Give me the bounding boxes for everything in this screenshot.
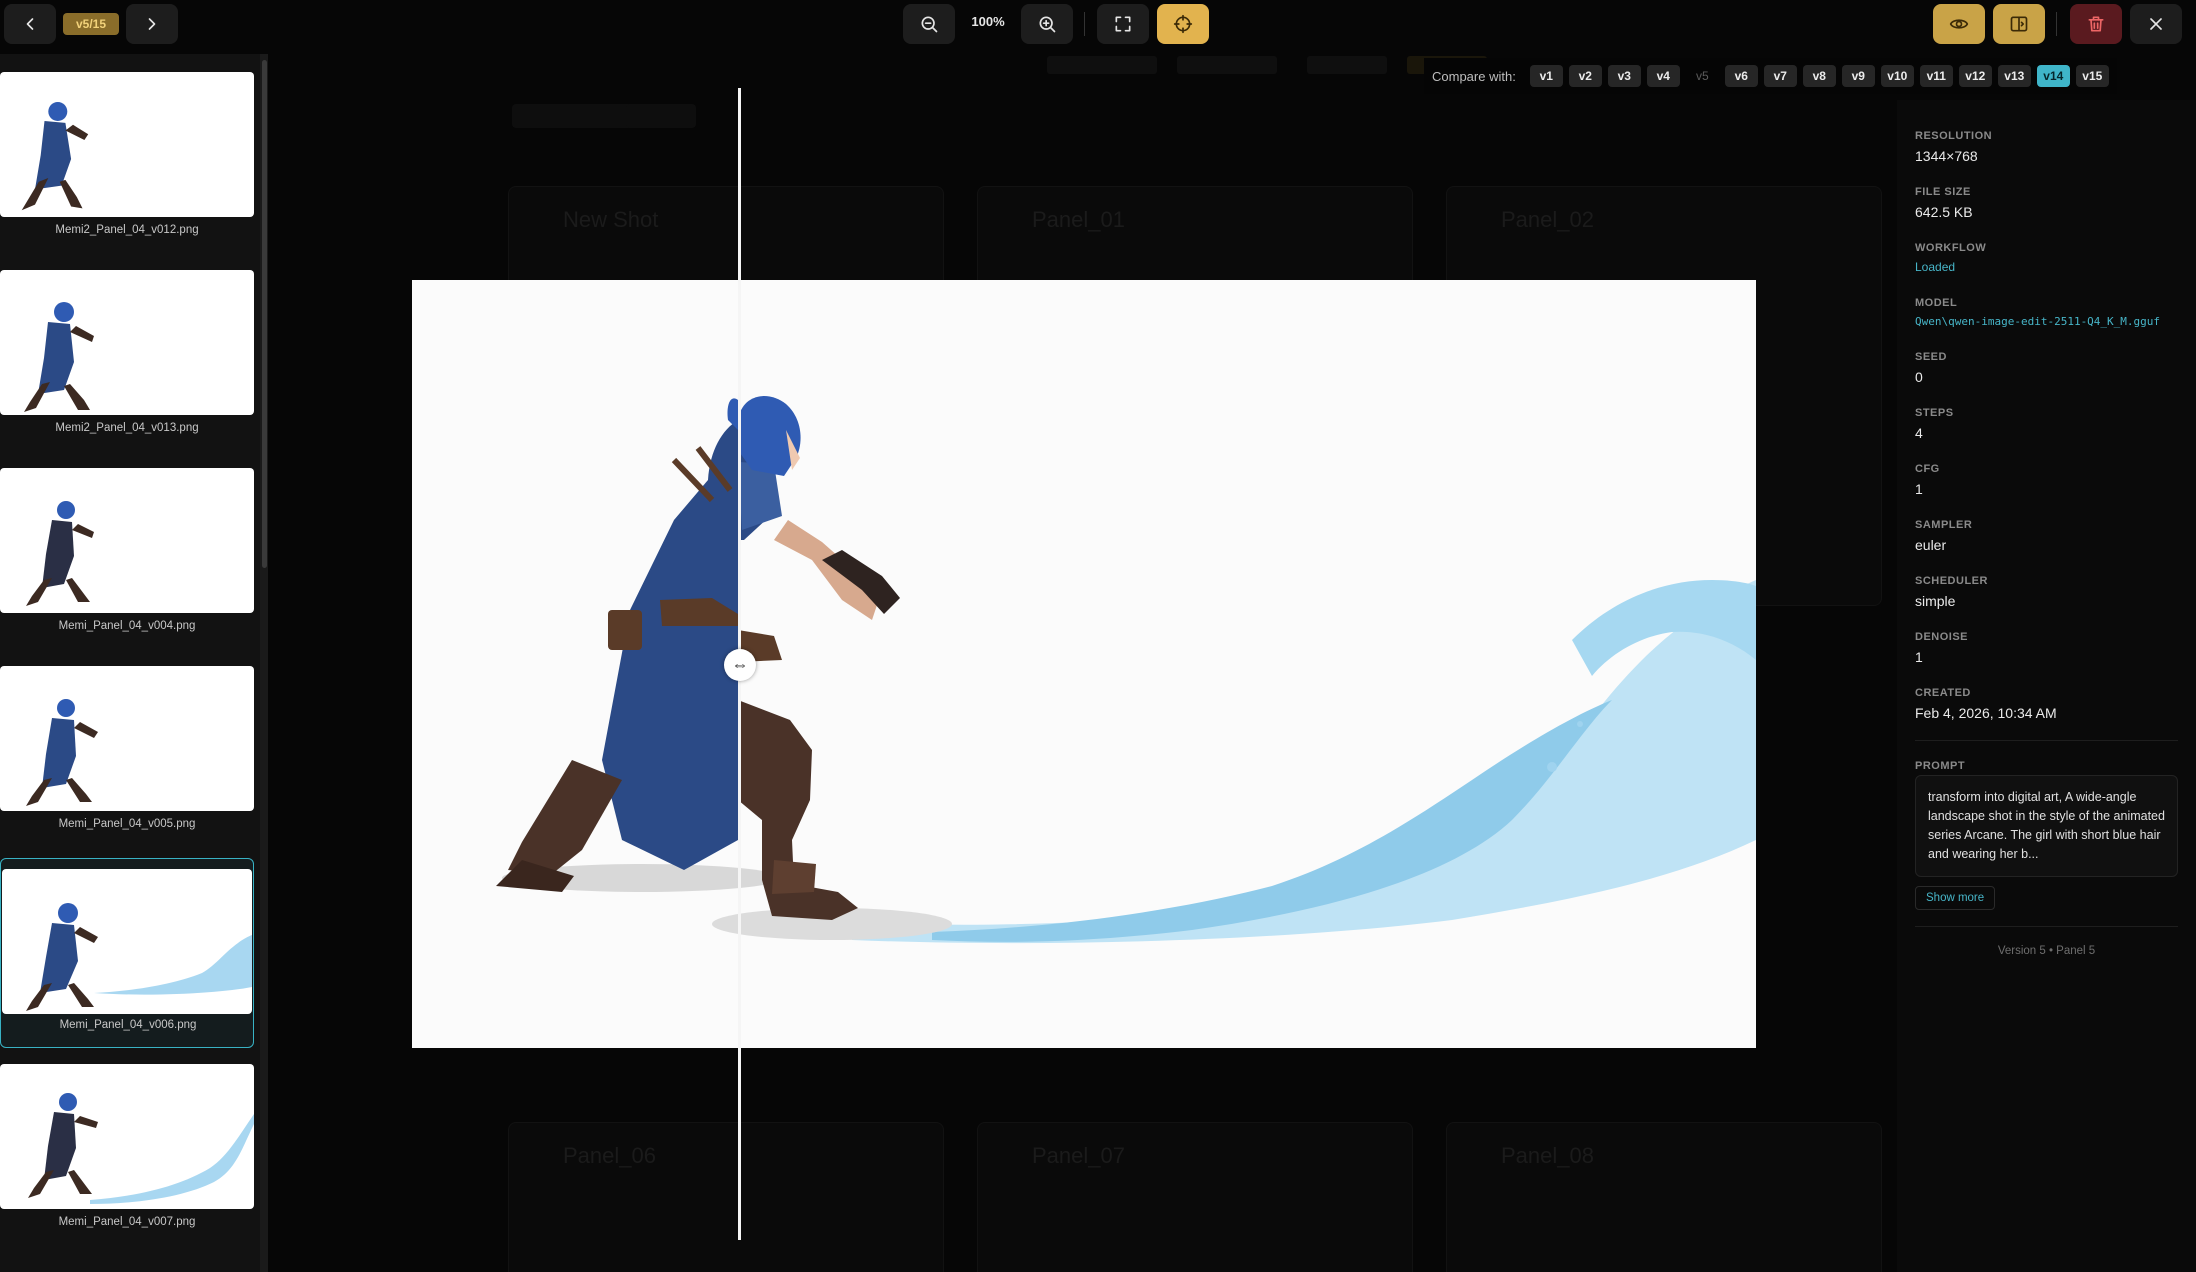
filmstrip-item-active[interactable]: Memi_Panel_04_v006.png <box>0 858 254 1048</box>
compare-version-chip[interactable]: v15 <box>2075 65 2109 87</box>
thumbnail <box>0 270 254 415</box>
trash-icon <box>2088 16 2104 32</box>
filmstrip-item[interactable]: Memi2_Panel_04_v013.png <box>0 260 254 450</box>
compare-version-chip[interactable]: v2 <box>1568 65 1602 87</box>
meta-file-size: FILE SIZE 642.5 KB <box>1915 186 1973 220</box>
version-footer: Version 5 • Panel 5 <box>1997 945 2096 957</box>
compare-version-chip[interactable]: v4 <box>1646 65 1680 87</box>
filmstrip-item[interactable]: Memi2_Panel_04_v012.png <box>0 62 254 252</box>
compare-version-chip[interactable]: v11 <box>1919 65 1953 87</box>
meta-created: CREATED Feb 4, 2026, 10:34 AM <box>1915 687 2057 721</box>
workflow-link[interactable]: Loaded <box>1915 260 1986 274</box>
toolbar-separator <box>1084 12 1085 36</box>
thumbnail <box>2 869 252 1014</box>
filmstrip-filename: Memi_Panel_04_v007.png <box>58 1216 196 1228</box>
compare-version-chip[interactable]: v10 <box>1880 65 1914 87</box>
chevron-left-icon <box>26 18 34 30</box>
filmstrip-item[interactable]: Memi_Panel_04_v007.png <box>0 1054 254 1244</box>
focus-target-button[interactable] <box>1157 4 1209 44</box>
compare-version-chip[interactable]: v12 <box>1958 65 1992 87</box>
thumbnail <box>0 468 254 613</box>
zoom-out-button[interactable] <box>903 4 955 44</box>
compare-version-chip[interactable]: v3 <box>1607 65 1641 87</box>
thumbnail <box>0 666 254 811</box>
next-version-button[interactable] <box>126 4 178 44</box>
filmstrip-filename: Memi_Panel_04_v004.png <box>58 620 196 632</box>
meta-sampler: SAMPLER euler <box>1915 519 1973 553</box>
version-counter-badge: v5/15 <box>63 13 119 35</box>
compare-version-chip[interactable]: v7 <box>1763 65 1797 87</box>
version-filmstrip: Memi2_Panel_04_v012.png Memi2_Panel_04_v… <box>0 54 268 1272</box>
zoom-out-icon <box>921 16 938 33</box>
viewer-toolbar: v5/15 100% <box>0 0 2196 48</box>
meta-scheduler: SCHEDULER simple <box>1915 575 1988 609</box>
zoom-in-button[interactable] <box>1021 4 1073 44</box>
meta-cfg: CFG 1 <box>1915 463 1940 497</box>
meta-resolution: RESOLUTION 1344×768 <box>1915 130 1993 164</box>
thumbnail <box>0 1064 254 1209</box>
filmstrip-scroll-thumb[interactable] <box>262 60 267 568</box>
close-icon <box>2150 18 2162 30</box>
filmstrip-filename: Memi_Panel_04_v005.png <box>58 818 196 830</box>
compare-with-bar: Compare with: v1 v2 v3 v4 v5 v6 v7 v8 v9… <box>1424 58 2117 94</box>
compare-version-chip-current: v5 <box>1695 69 1709 83</box>
metadata-panel: RESOLUTION 1344×768 FILE SIZE 642.5 KB W… <box>1897 100 2196 1272</box>
filmstrip-filename: Memi_Panel_04_v006.png <box>59 1019 197 1031</box>
split-view-icon <box>2010 16 2028 32</box>
meta-workflow: WORKFLOW Loaded <box>1915 242 1987 274</box>
meta-seed: SEED 0 <box>1915 351 1947 385</box>
panel-divider <box>1915 740 2178 741</box>
meta-steps: STEPS 4 <box>1915 407 1954 441</box>
delete-button[interactable] <box>2070 4 2122 44</box>
zoom-level: 100% <box>971 14 1005 29</box>
model-name: Qwen\qwen-image-edit-2511-Q4_K_M.gguf <box>1915 315 2161 328</box>
zoom-in-icon <box>1039 16 1056 33</box>
eye-icon <box>1949 19 1969 29</box>
right-version-image <box>712 396 1756 944</box>
split-compare-button[interactable] <box>1993 4 2045 44</box>
panel-divider <box>1915 926 2178 927</box>
left-right-arrow-icon: ⇔ <box>731 655 749 674</box>
crosshair-icon <box>1173 14 1193 34</box>
toggle-visibility-button[interactable] <box>1933 4 1985 44</box>
meta-prompt-label: PROMPT <box>1915 760 1966 772</box>
compare-divider-handle[interactable]: ⇔ <box>724 649 756 681</box>
compare-version-chip[interactable]: v13 <box>1997 65 2031 87</box>
meta-model: MODEL Qwen\qwen-image-edit-2511-Q4_K_M.g… <box>1915 297 2161 328</box>
toolbar-separator <box>2056 12 2057 36</box>
compare-with-label: Compare with: <box>1432 68 1516 84</box>
show-more-button[interactable]: Show more <box>1915 886 1996 910</box>
compare-version-chip[interactable]: v9 <box>1841 65 1875 87</box>
compare-version-chip-selected[interactable]: v14 <box>2036 65 2070 87</box>
fullscreen-button[interactable] <box>1097 4 1149 44</box>
compare-version-chip[interactable]: v6 <box>1724 65 1758 87</box>
background-card: Panel_08 <box>1446 1122 1882 1272</box>
chevron-right-icon <box>148 18 156 30</box>
prompt-text: transform into digital art, A wide-angle… <box>1915 775 2178 877</box>
thumbnail <box>0 72 254 217</box>
filmstrip-item[interactable]: Memi_Panel_04_v004.png <box>0 458 254 648</box>
fullscreen-icon <box>1115 16 1131 32</box>
filmstrip-filename: Memi2_Panel_04_v012.png <box>55 224 199 236</box>
meta-denoise: DENOISE 1 <box>1915 631 1969 665</box>
close-viewer-button[interactable] <box>2130 4 2182 44</box>
filmstrip-item[interactable]: Memi_Panel_04_v005.png <box>0 656 254 846</box>
prev-version-button[interactable] <box>4 4 56 44</box>
filmstrip-filename: Memi2_Panel_04_v013.png <box>55 422 199 434</box>
background-card: Panel_06 <box>508 1122 944 1272</box>
comparison-image[interactable] <box>412 280 1756 1048</box>
compare-version-chip[interactable]: v8 <box>1802 65 1836 87</box>
background-card: Panel_07 <box>977 1122 1413 1272</box>
compare-version-chip[interactable]: v1 <box>1529 65 1563 87</box>
